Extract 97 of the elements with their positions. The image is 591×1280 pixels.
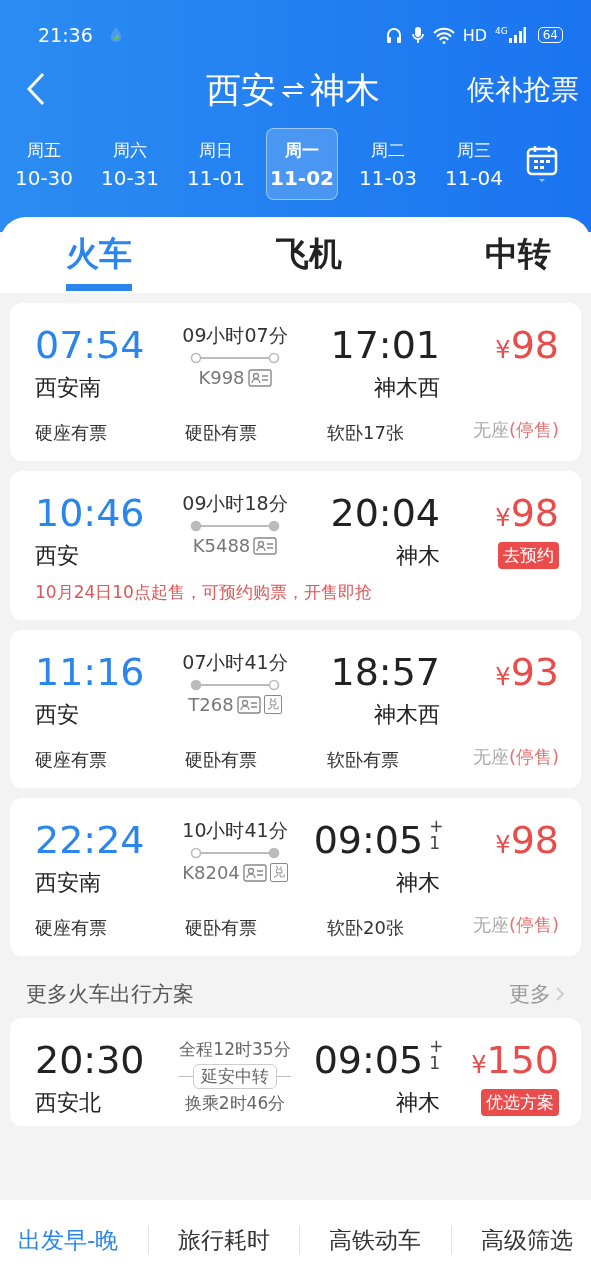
app-notification-icon <box>108 26 123 44</box>
departure-station: 西安北 <box>35 1089 102 1117</box>
departure-station: 西安 <box>35 701 80 729</box>
arrival-station: 神木 <box>396 1089 440 1117</box>
date-tab[interactable]: 周五 10-30 <box>8 128 80 200</box>
origin-city: 西安 <box>205 68 276 112</box>
id-card-icon <box>242 863 267 882</box>
mode-tab[interactable]: 飞机 <box>275 229 342 291</box>
train-number: T268 <box>188 694 234 715</box>
price: ¥98 <box>495 323 559 369</box>
signal-icon <box>507 26 526 44</box>
seat-availability: 无座(停售) <box>472 916 559 937</box>
transfer-station: 延安中转 <box>193 1064 277 1089</box>
duration: 09小时18分 <box>182 491 288 516</box>
departure-time: 10:46 <box>35 491 146 535</box>
train-number: K5488 <box>192 535 251 556</box>
arrival-time: 17:01 <box>330 323 440 367</box>
id-card-icon <box>236 695 261 714</box>
exchange-tag: 兑 <box>269 863 288 882</box>
arrival-time: 09:05 <box>313 1038 424 1082</box>
headphones-icon <box>384 26 403 44</box>
recommended-badge: 优选方案 <box>481 1089 559 1116</box>
departure-station: 西安 <box>35 542 80 570</box>
seat-availability: 无座(停售) <box>472 748 559 769</box>
price: ¥93 <box>495 650 559 696</box>
seat-availability: 硬卧有票 <box>185 916 258 940</box>
duration: 09小时07分 <box>182 323 288 348</box>
arrival-time: 20:04 <box>330 491 440 535</box>
exchange-tag: 兑 <box>263 695 282 714</box>
sort-option[interactable]: 高级筛选 <box>481 1224 573 1256</box>
mode-tab[interactable]: 火车 <box>66 229 132 291</box>
sort-option[interactable]: 高铁动车 <box>329 1224 422 1256</box>
train-card[interactable]: 11:16 西安 07小时41分 T268 兑 18:57 神木西 ¥93 硬座有票 硬卧有票 软卧有票 无座(停售) <box>10 630 581 788</box>
destination-city: 神木 <box>309 68 380 112</box>
train-card[interactable]: 07:54 西安南 09小时07分 K998 17:01 神木西 ¥98 硬座有票 硬卧有票 软卧17张 无座(停售) <box>10 303 581 461</box>
arrival-station: 神木 <box>396 869 440 897</box>
departure-station: 西安南 <box>35 374 102 402</box>
swap-icon[interactable] <box>281 82 304 98</box>
network-label: HD <box>462 25 487 45</box>
departure-time: 11:16 <box>35 650 146 694</box>
id-card-icon <box>247 368 272 387</box>
total-duration: 全程12时35分 <box>179 1038 291 1061</box>
seat-availability: 软卧有票 <box>327 748 400 772</box>
arrival-time: 18:57 <box>330 650 440 694</box>
departure-time: 22:24 <box>35 818 146 862</box>
duration: 10小时41分 <box>182 818 288 843</box>
price: ¥150 <box>471 1038 559 1084</box>
seat-availability: 软卧20张 <box>327 916 405 940</box>
date-tab[interactable]: 周三 11-04 <box>438 128 510 200</box>
arrival-time: 09:05 <box>313 818 424 862</box>
more-link[interactable]: 更多 <box>509 980 565 1008</box>
sale-notice: 10月24日10点起售，可预约购票，开售即抢 <box>35 581 373 604</box>
seat-availability: 硬座有票 <box>35 916 108 940</box>
departure-time: 07:54 <box>35 323 146 367</box>
microphone-icon <box>410 26 425 44</box>
next-day-mark: +1 <box>429 818 440 852</box>
date-tab[interactable]: 周六 10-31 <box>94 128 166 200</box>
arrival-station: 神木 <box>396 542 440 570</box>
route-line-icon <box>190 519 280 533</box>
id-card-icon <box>253 536 278 555</box>
duration: 07小时41分 <box>182 650 288 675</box>
date-tab[interactable]: 周二 11-03 <box>352 128 424 200</box>
train-number: K8204 <box>182 862 240 883</box>
next-day-mark: +1 <box>429 1038 440 1072</box>
route-line-icon <box>190 846 280 860</box>
seat-availability: 软卧17张 <box>327 421 405 445</box>
date-tab[interactable]: 周日 11-01 <box>180 128 252 200</box>
date-tab[interactable]: 周一 11-02 <box>266 128 338 200</box>
route-line-icon <box>190 351 280 365</box>
back-icon <box>26 72 46 106</box>
arrival-station: 神木西 <box>374 701 440 729</box>
transfer-wait: 换乘2时46分 <box>184 1092 286 1115</box>
wifi-icon <box>432 26 455 44</box>
price: ¥98 <box>495 818 559 864</box>
seat-availability: 无座(停售) <box>472 421 559 442</box>
status-time: 21:36 <box>38 24 93 46</box>
battery-indicator: 64 <box>537 27 563 43</box>
reserve-button[interactable]: 去预约 <box>498 542 559 569</box>
departure-time: 20:30 <box>35 1038 146 1082</box>
arrival-station: 神木西 <box>374 374 440 402</box>
route-line-icon <box>190 678 280 692</box>
mode-tab[interactable]: 中转 <box>485 229 551 291</box>
calendar-icon[interactable] <box>526 144 558 184</box>
price: ¥98 <box>495 491 559 537</box>
train-number: K998 <box>198 367 245 388</box>
seat-availability: 硬座有票 <box>35 748 108 772</box>
sort-option[interactable]: 出发早-晚 <box>18 1224 119 1256</box>
departure-station: 西安南 <box>35 869 102 897</box>
seat-availability: 硬卧有票 <box>185 748 258 772</box>
section-title: 更多火车出行方案 <box>26 981 194 1008</box>
cell-label: 4G <box>495 26 508 36</box>
train-card[interactable]: 10:46 西安 09小时18分 K5488 20:04 神木 ¥98 去预约 10月24日10点起售，可预约购票，开售即抢 <box>10 471 581 620</box>
chevron-icon <box>555 986 565 1002</box>
seat-availability: 硬卧有票 <box>185 421 258 445</box>
sort-option[interactable]: 旅行耗时 <box>177 1224 270 1256</box>
waitlist-button[interactable]: 候补抢票 <box>467 71 579 109</box>
seat-availability: 硬座有票 <box>35 421 108 445</box>
